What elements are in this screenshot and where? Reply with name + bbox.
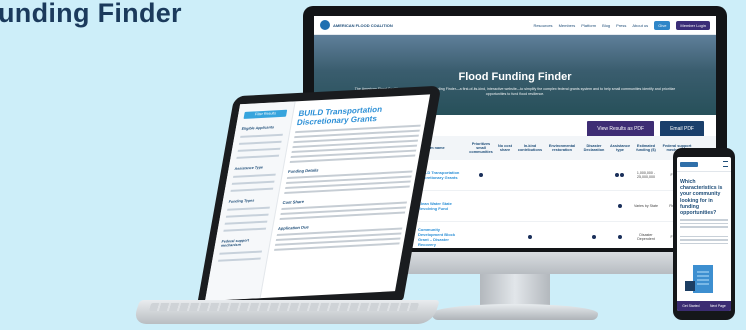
- nav-link-press[interactable]: Press: [616, 23, 626, 28]
- sidebar-heading: Federal support mechanism: [220, 238, 250, 248]
- nav-link-members[interactable]: Members: [559, 23, 576, 28]
- site-nav: AMERICAN FLOOD COALITION Resources Membe…: [314, 16, 716, 35]
- phone-question: Which characteristics is your community …: [680, 179, 723, 217]
- funding-value: 1,000,000 - 25,000,000: [636, 170, 656, 179]
- nav-link-resources[interactable]: Resources: [533, 23, 552, 28]
- col-in-kind[interactable]: In-kind contributions: [516, 144, 544, 152]
- col-no-cost-share[interactable]: No cost share: [496, 144, 514, 152]
- funding-value: Disaster Dependent: [637, 232, 655, 241]
- monitor-stand: [480, 274, 550, 308]
- member-login-button[interactable]: Member Login: [676, 20, 710, 30]
- phone-screen: Which characteristics is your community …: [677, 157, 731, 311]
- nav-link-platform[interactable]: Platform: [581, 23, 596, 28]
- nav-link-blog[interactable]: Blog: [602, 23, 610, 28]
- coalition-logo-icon[interactable]: [680, 161, 698, 167]
- sidebar-heading: Eligible Applicants: [241, 125, 275, 131]
- assistance-icon: [615, 172, 619, 177]
- funding-value: Varies by State: [633, 203, 659, 208]
- sidebar-heading: Funding Types: [228, 198, 255, 204]
- program-detail-title: BUILD Transportation Discretionary Grant…: [296, 104, 383, 128]
- check-dot-icon: [528, 234, 532, 239]
- coalition-logo-icon: [320, 20, 330, 30]
- table-row[interactable]: BUILD Transportation Discretionary Grant…: [414, 160, 716, 191]
- monitor-stand-base: [432, 304, 598, 320]
- program-link[interactable]: Clean Water State Revolving Fund: [418, 201, 466, 211]
- house-illustration: [685, 281, 695, 291]
- table-row[interactable]: Clean Water State Revolving Fund Varies …: [414, 191, 716, 222]
- filter-results-button[interactable]: Filter Results: [243, 109, 288, 119]
- next-page-button[interactable]: Next Page: [710, 304, 726, 308]
- check-dot-icon: [479, 172, 483, 177]
- laptop-keyboard: [148, 303, 420, 311]
- get-started-button[interactable]: Get Started: [682, 304, 699, 308]
- table-row[interactable]: Community Development Block Grant – Disa…: [414, 222, 716, 248]
- page-heading: unding Finder: [0, 0, 182, 28]
- col-small-communities[interactable]: Prioritizes small communities: [468, 142, 494, 154]
- site-logo[interactable]: AMERICAN FLOOD COALITION: [320, 20, 393, 30]
- phone-footer: Get Started Next Page: [677, 301, 731, 311]
- assistance-icon: [617, 234, 622, 239]
- hero-title: Flood Funding Finder: [458, 71, 572, 83]
- table-header: Program name Prioritizes small communiti…: [414, 136, 716, 160]
- menu-icon[interactable]: [723, 161, 728, 167]
- col-assistance[interactable]: Assistance type: [610, 144, 630, 152]
- program-link[interactable]: Community Development Block Grant – Disa…: [418, 227, 466, 247]
- phone-topbar: [677, 157, 731, 172]
- col-environmental[interactable]: Environmental restoration: [546, 144, 578, 152]
- logo-text: AMERICAN FLOOD COALITION: [333, 22, 393, 28]
- assistance-icon: [617, 203, 622, 208]
- nav-links: Resources Members Platform Blog Press Ab…: [533, 20, 710, 30]
- buildings-illustration: [693, 265, 713, 293]
- laptop-detail: BUILD Transportation Discretionary Grant…: [273, 103, 424, 254]
- assistance-icon: [620, 172, 624, 177]
- sidebar-heading: Assistance Type: [234, 165, 264, 171]
- laptop-screen: Filter Results Eligible Applicants Assis…: [205, 94, 431, 302]
- nav-link-about[interactable]: About us: [632, 23, 648, 28]
- check-dot-icon: [592, 234, 596, 239]
- give-button[interactable]: Give: [654, 20, 671, 30]
- col-disaster[interactable]: Disaster Declaration: [580, 144, 608, 152]
- col-funding[interactable]: Estimated funding ($): [632, 144, 660, 152]
- results-table: Program name Prioritizes small communiti…: [414, 136, 716, 248]
